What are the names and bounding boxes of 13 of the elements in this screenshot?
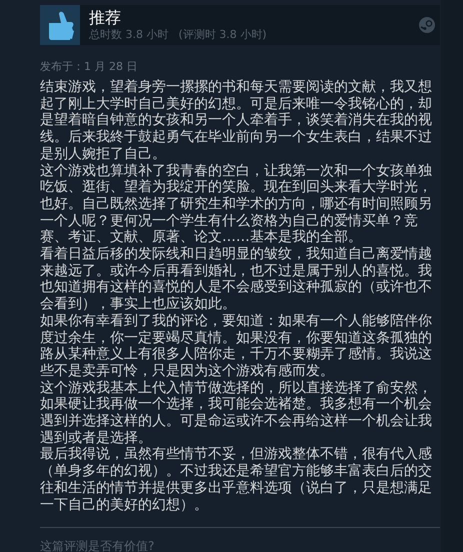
steam-icon (419, 17, 435, 33)
total-hours: 总时数 3.8 小时 (89, 27, 168, 42)
review-paragraph: 最后我得说，虽然有些情节不妥，但游戏整体不错，很有代入感（单身多年的幻视）。不过我还是希望官方能够丰富表白后的交往和生活的情节并提供更多出乎意料选项（说白了，只是想满足一下自己的美好的幻想）。 (40, 446, 432, 514)
review-paragraph: 结束游戏，望着身旁一摞摞的书和每天需要阅读的文献，我又想起了刚上大学时自己美好的幻想。可是后来唯一令我铭心的，却是望着暗自钟意的女孩和另一个人牵着手，谈笑着消失在我的视线。后来我終于鼓起勇气在毕业前向另一个女生表白，结果不过是别人婉拒了自己。 (40, 79, 432, 163)
review-paragraph: 看着日益后移的发际线和日趋明显的皱纹，我知道自己离爱情越来越远了。或许今后再看到婚礼，也不过是属于别人的喜悦。我也知道拥有这样的喜悦的人是不会感受到这种孤寂的（或许也不会看到），事实上也应该如此。 (40, 246, 432, 313)
verdict-title: 推荐 (89, 8, 122, 27)
review-paragraph: 这个游戏我基本上代入情节做选择的，所以直接选择了俞安然，如果硬让我再做一个选择，我可能会选褚楚。我多想有一个机会遇到并选择这样的人。可是命运或许不会再给这样一个机会让我遇到或者是选择。 (40, 380, 432, 446)
review-paragraph: 如果你有幸看到了我的评论，要知道：如果有一个人能够陪伴你度过余生，你一定要竭尽真情。如果没有，你要知道这条孤独的路从某种意义上有很多人陪你走，千万不要糊弄了感情。我说这些不是卖弄可怜，只是因为这个游戏有感而发。 (40, 312, 432, 380)
thumbs-up-icon (40, 5, 80, 45)
posted-date: 发布于：1 月 28 日 (40, 59, 138, 74)
review-paragraph: 这个游戏也算填补了我青春的空白，让我第一次和一个女孩单独吃饭、逛街、望着为我绽开的笑脸。现在到回头来看大学时光，也好。自己既然选择了研究生和学术的方向，哪还有时间照顾另一个人呢？更何况一个学生有什么资格为自己的爱情买单？竞赛、考证、文献、原著、论文……基本是我的全部。 (40, 162, 432, 246)
helpful-prompt: 这篇评测是否有价值? (40, 538, 156, 552)
review-hours: (评测时 3.8 小时) (178, 27, 267, 42)
